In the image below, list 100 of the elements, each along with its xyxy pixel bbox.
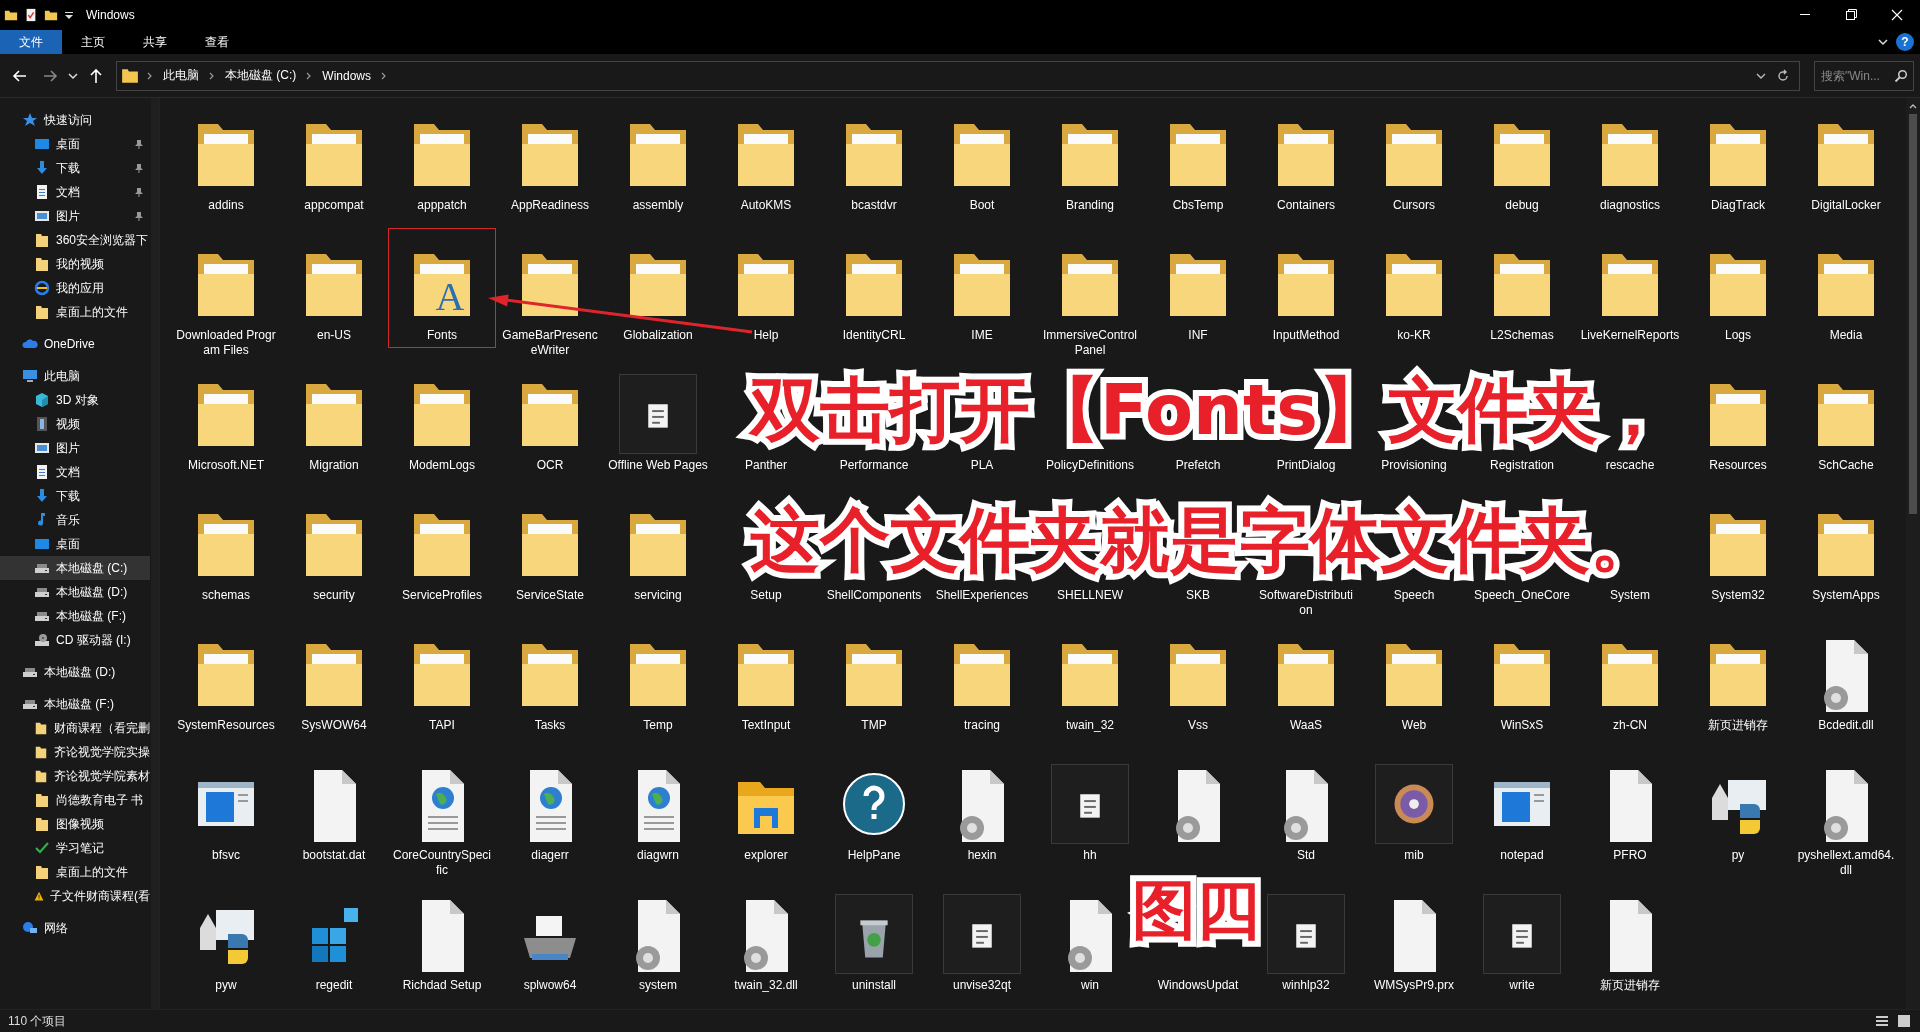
- file-name[interactable]: Offline Web Pages: [608, 458, 708, 473]
- file-name[interactable]: SysWOW64: [284, 718, 384, 733]
- navigation-item[interactable]: 音乐: [0, 508, 150, 532]
- file-name[interactable]: appcompat: [284, 198, 384, 213]
- file-name[interactable]: ServiceProfiles: [392, 588, 492, 603]
- file-name[interactable]: write: [1472, 978, 1572, 993]
- file-name[interactable]: system: [608, 978, 708, 993]
- file-name[interactable]: HelpPane: [824, 848, 924, 863]
- file-name[interactable]: SHELLNEW: [1040, 588, 1140, 603]
- file-name[interactable]: mib: [1364, 848, 1464, 863]
- navigation-item[interactable]: 我的视频: [0, 252, 150, 276]
- file-name[interactable]: py: [1688, 848, 1788, 863]
- file-name[interactable]: DigitalLocker: [1796, 198, 1896, 213]
- navigation-item[interactable]: 图像视频: [0, 812, 150, 836]
- file-name[interactable]: SchCache: [1796, 458, 1896, 473]
- file-name[interactable]: CoreCountrySpecific: [392, 848, 492, 878]
- file-menu-tab[interactable]: 文件: [0, 30, 62, 54]
- address-field[interactable]: 此电脑 本地磁盘 (C:) Windows: [116, 60, 1800, 91]
- file-name[interactable]: INF: [1148, 328, 1248, 343]
- navigation-item[interactable]: 学习笔记: [0, 836, 150, 860]
- file-name[interactable]: winhlp32: [1256, 978, 1356, 993]
- refresh-icon[interactable]: [1775, 67, 1791, 84]
- file-name[interactable]: IME: [932, 328, 1032, 343]
- large-icons-view-icon[interactable]: [1896, 1013, 1912, 1029]
- file-name[interactable]: Microsoft.NET: [176, 458, 276, 473]
- file-name[interactable]: L2Schemas: [1472, 328, 1572, 343]
- navigation-item[interactable]: 快速访问: [0, 108, 150, 132]
- navigation-item[interactable]: 本地磁盘 (D:): [0, 660, 150, 684]
- file-name[interactable]: Web: [1364, 718, 1464, 733]
- file-name[interactable]: GameBarPresenceWriter: [500, 328, 600, 358]
- navigation-item[interactable]: 文档: [0, 460, 150, 484]
- file-name[interactable]: zh-CN: [1580, 718, 1680, 733]
- new-folder-icon[interactable]: [44, 8, 58, 22]
- file-name[interactable]: WinSxS: [1472, 718, 1572, 733]
- navigation-item[interactable]: 齐论视觉学院素材: [0, 764, 150, 788]
- file-name[interactable]: Branding: [1040, 198, 1140, 213]
- file-name[interactable]: assembly: [608, 198, 708, 213]
- navigation-item[interactable]: 桌面: [0, 532, 150, 556]
- navigation-item[interactable]: 图片: [0, 204, 150, 228]
- file-name[interactable]: SystemApps: [1796, 588, 1896, 603]
- file-name[interactable]: uninstall: [824, 978, 924, 993]
- file-name[interactable]: ImmersiveControlPanel: [1040, 328, 1140, 358]
- file-name[interactable]: tracing: [932, 718, 1032, 733]
- file-name[interactable]: Panther: [716, 458, 816, 473]
- file-name[interactable]: OCR: [500, 458, 600, 473]
- file-name[interactable]: en-US: [284, 328, 384, 343]
- navigation-item[interactable]: 文档: [0, 180, 150, 204]
- file-name[interactable]: PLA: [932, 458, 1032, 473]
- file-name[interactable]: System32: [1688, 588, 1788, 603]
- file-name[interactable]: bootstat.dat: [284, 848, 384, 863]
- details-view-icon[interactable]: [1874, 1013, 1890, 1029]
- file-name[interactable]: ShellExperiences: [932, 588, 1032, 603]
- navigation-item[interactable]: 本地磁盘 (C:): [0, 556, 150, 580]
- file-name[interactable]: security: [284, 588, 384, 603]
- file-name[interactable]: LiveKernelReports: [1580, 328, 1680, 343]
- file-name[interactable]: Help: [716, 328, 816, 343]
- navigation-item[interactable]: 子文件财商课程(看: [0, 884, 150, 908]
- file-name[interactable]: PrintDialog: [1256, 458, 1356, 473]
- navigation-item[interactable]: CD 驱动器 (I:): [0, 628, 150, 652]
- navigation-item[interactable]: 3D 对象: [0, 388, 150, 412]
- breadcrumb[interactable]: 此电脑: [161, 67, 201, 84]
- navigation-item[interactable]: 图片: [0, 436, 150, 460]
- file-name[interactable]: WaaS: [1256, 718, 1356, 733]
- file-name[interactable]: ko-KR: [1364, 328, 1464, 343]
- navigation-item[interactable]: 我的应用: [0, 276, 150, 300]
- file-name[interactable]: DiagTrack: [1688, 198, 1788, 213]
- file-name[interactable]: win: [1040, 978, 1140, 993]
- file-name[interactable]: Std: [1256, 848, 1356, 863]
- file-name[interactable]: Downloaded Program Files: [176, 328, 276, 358]
- file-name[interactable]: TMP: [824, 718, 924, 733]
- file-name[interactable]: SystemResources: [176, 718, 276, 733]
- file-name[interactable]: unvise32qt: [932, 978, 1032, 993]
- file-name[interactable]: IdentityCRL: [824, 328, 924, 343]
- file-name[interactable]: diagerr: [500, 848, 600, 863]
- file-name[interactable]: apppatch: [392, 198, 492, 213]
- navigation-item[interactable]: 尚德教育电子 书: [0, 788, 150, 812]
- file-name[interactable]: explorer: [716, 848, 816, 863]
- file-name[interactable]: Speech: [1364, 588, 1464, 603]
- file-name[interactable]: Tasks: [500, 718, 600, 733]
- file-name[interactable]: schemas: [176, 588, 276, 603]
- file-name[interactable]: Fonts: [392, 328, 492, 343]
- navigation-item[interactable]: OneDrive: [0, 332, 150, 356]
- file-name[interactable]: WMSysPr9.prx: [1364, 978, 1464, 993]
- navigation-item[interactable]: 视频: [0, 412, 150, 436]
- file-name[interactable]: PFRO: [1580, 848, 1680, 863]
- navigation-item[interactable]: 下载: [0, 156, 150, 180]
- help-button[interactable]: ?: [1896, 33, 1914, 51]
- file-name[interactable]: notepad: [1472, 848, 1572, 863]
- file-name[interactable]: twain_32.dll: [716, 978, 816, 993]
- file-name[interactable]: Vss: [1148, 718, 1248, 733]
- file-name[interactable]: Media: [1796, 328, 1896, 343]
- file-name[interactable]: rescache: [1580, 458, 1680, 473]
- file-name[interactable]: bfsvc: [176, 848, 276, 863]
- file-name[interactable]: Logs: [1688, 328, 1788, 343]
- file-name[interactable]: PolicyDefinitions: [1040, 458, 1140, 473]
- file-name[interactable]: 新页进销存: [1580, 978, 1680, 993]
- properties-icon[interactable]: [24, 8, 38, 22]
- breadcrumb[interactable]: Windows: [320, 68, 373, 83]
- breadcrumb[interactable]: 本地磁盘 (C:): [223, 67, 299, 84]
- file-name[interactable]: Cursors: [1364, 198, 1464, 213]
